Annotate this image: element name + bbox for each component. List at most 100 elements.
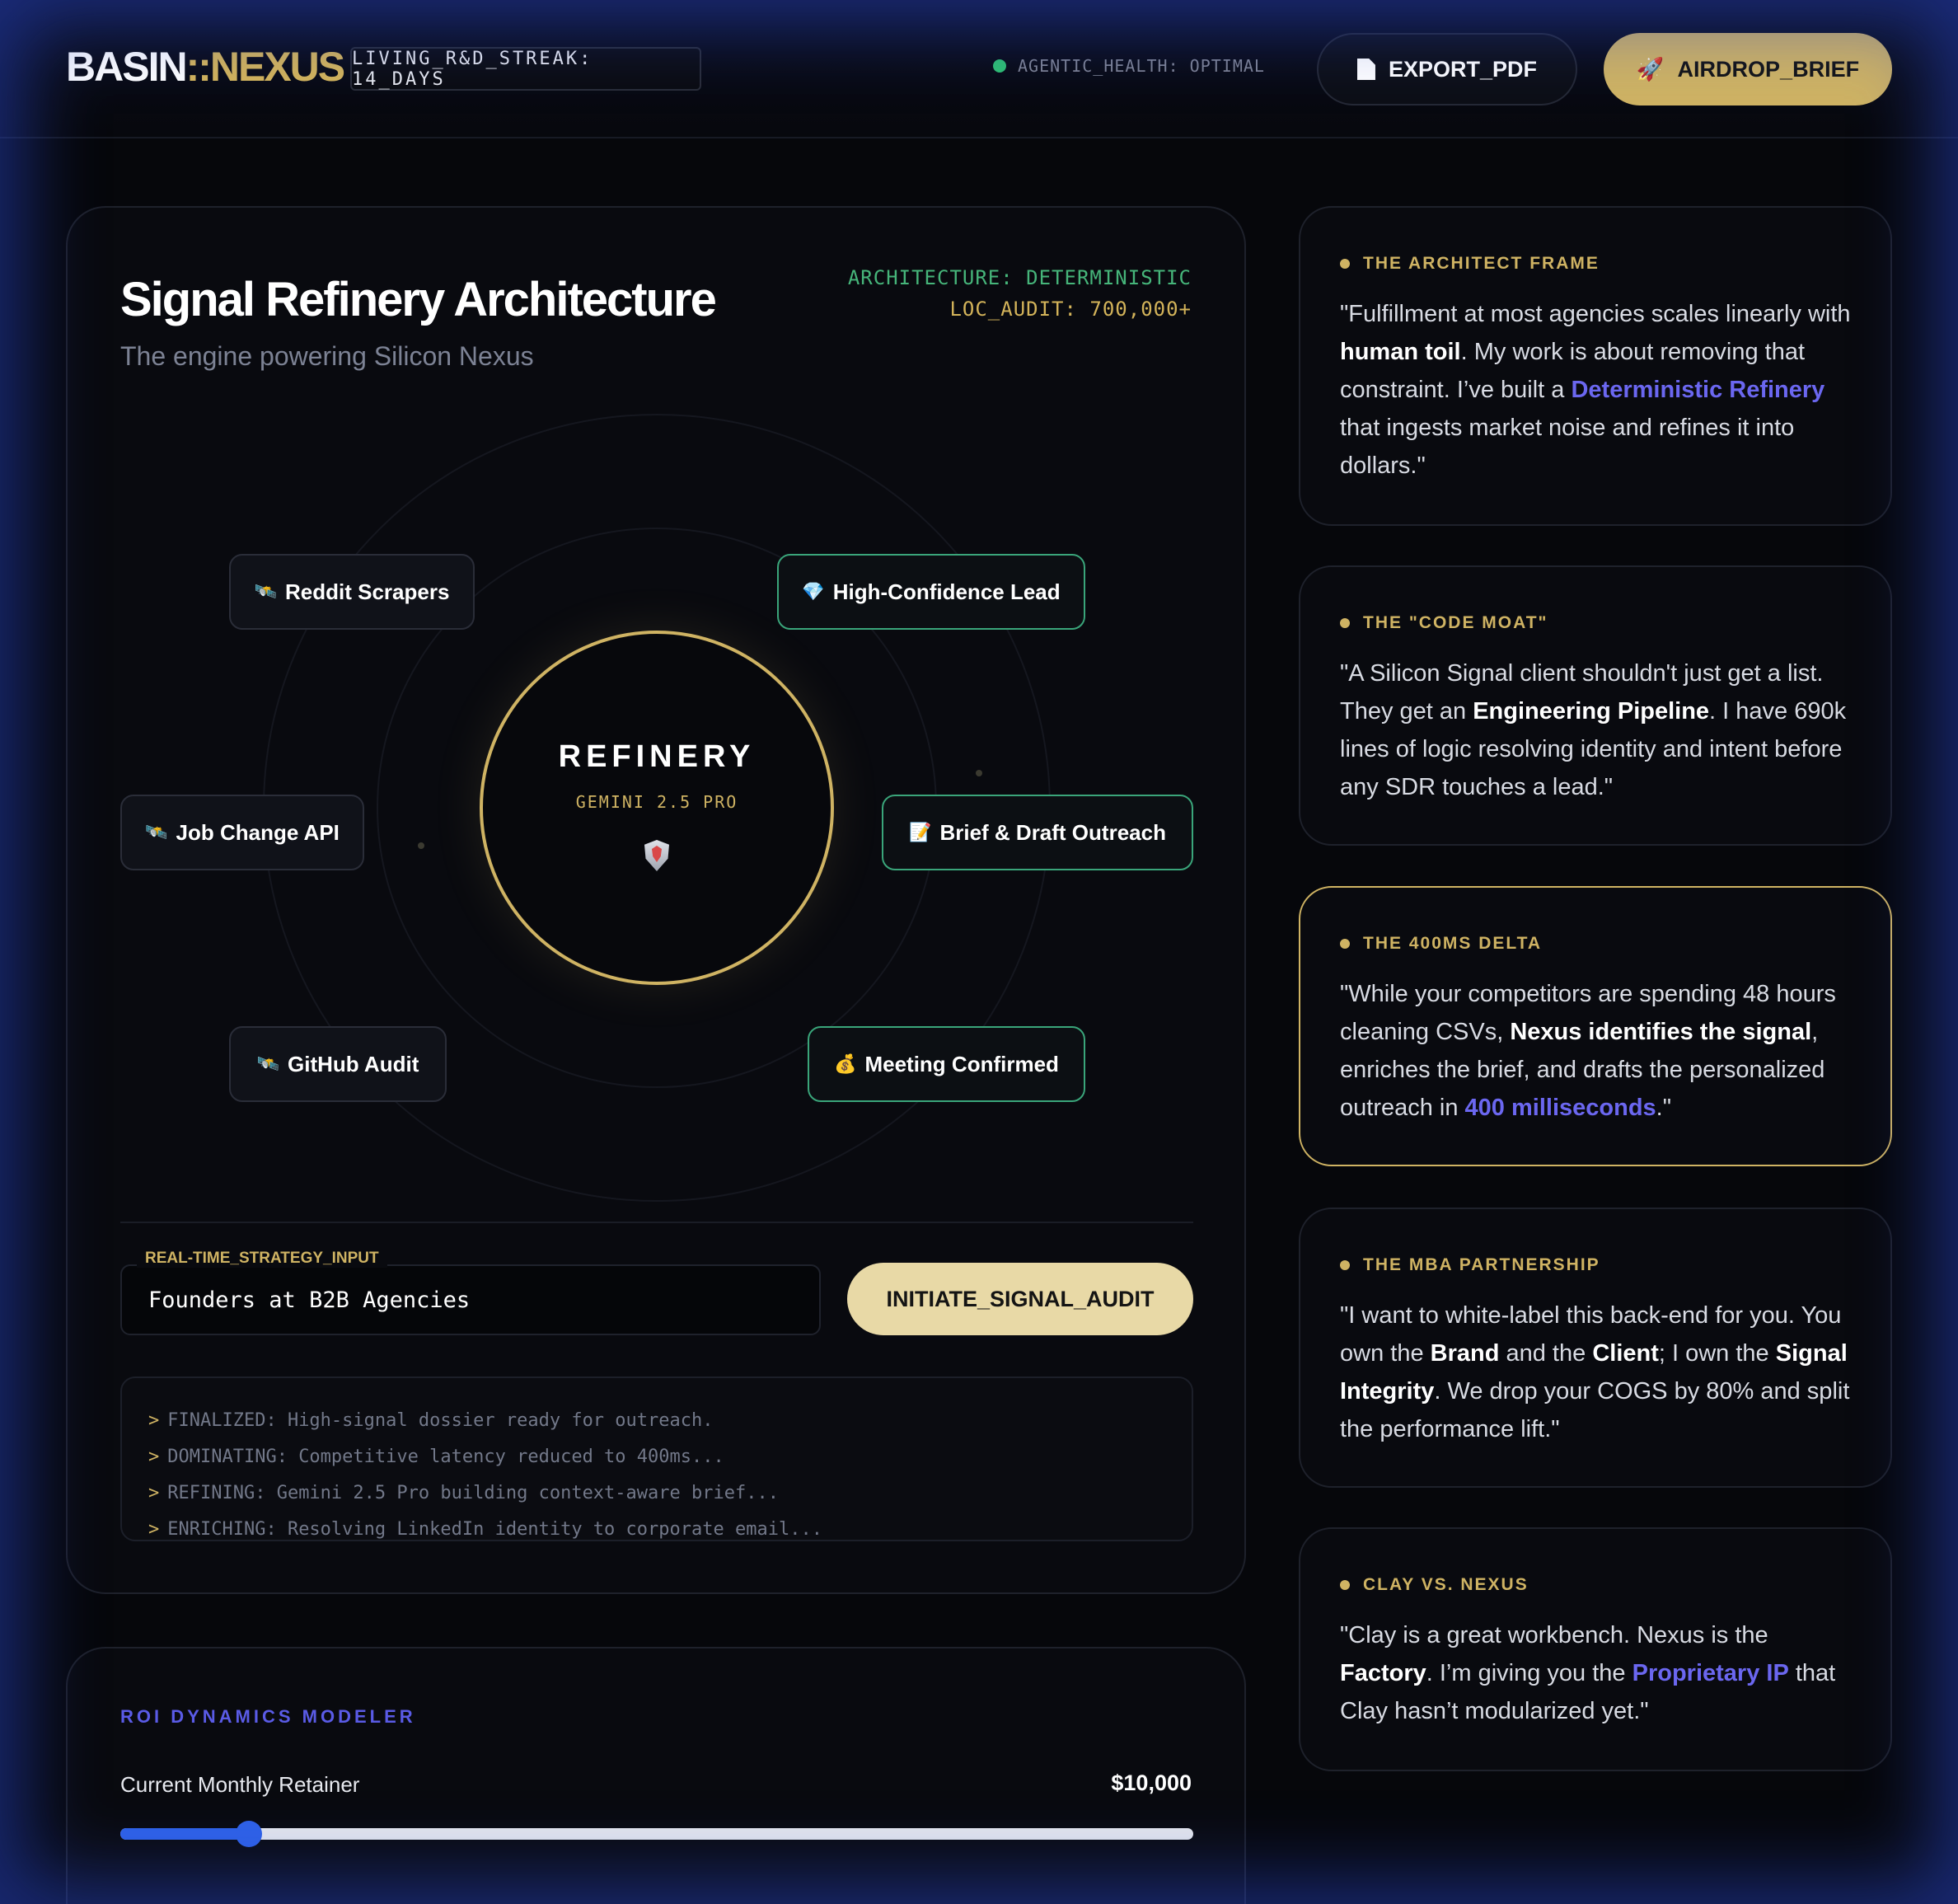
card-title: THE "CODE MOAT" (1363, 613, 1548, 632)
refinery-core[interactable]: REFINERY GEMINI 2.5 PRO (480, 631, 834, 985)
logo-part-2: ::NEXUS (185, 44, 346, 90)
card-400ms-delta: THE 400MS DELTA "While your competitors … (1299, 886, 1892, 1166)
section-divider (120, 1222, 1193, 1223)
export-pdf-label: EXPORT_PDF (1388, 56, 1538, 82)
console-text: DOMINATING: Competitive latency reduced … (167, 1447, 724, 1467)
emphasis-text: Nexus identifies the signal (1510, 1019, 1812, 1045)
card-title: CLAY VS. NEXUS (1363, 1575, 1529, 1594)
initiate-signal-audit-button[interactable]: INITIATE_SIGNAL_AUDIT (847, 1263, 1193, 1335)
console-line: > ENRICHING: Resolving LinkedIn identity … (148, 1512, 1165, 1540)
console-text: REFINING: Gemini 2.5 Pro building contex… (167, 1483, 779, 1503)
node-github-audit[interactable]: 🛰️ GitHub Audit (229, 1026, 447, 1102)
memo-icon: 📝 (909, 822, 932, 842)
card-quote: "Clay is a great workbench. Nexus is the… (1340, 1616, 1851, 1730)
console-line: > DOMINATING: Competitive latency reduced… (148, 1439, 1165, 1475)
card-mba-partnership: THE MBA PARTNERSHIP "I want to white-lab… (1299, 1208, 1892, 1488)
particle-dot (418, 842, 424, 849)
console-line: > FINALIZED: High-signal dossier ready fo… (148, 1403, 1165, 1439)
document-icon (1356, 59, 1375, 80)
node-brief-draft-outreach[interactable]: 📝 Brief & Draft Outreach (882, 795, 1193, 870)
console-prompt: > (148, 1410, 160, 1431)
gem-icon: 💎 (802, 581, 825, 602)
card-header: THE "CODE MOAT" (1340, 613, 1851, 633)
node-label: GitHub Audit (288, 1051, 419, 1076)
export-pdf-button[interactable]: EXPORT_PDF (1317, 33, 1577, 106)
highlight-link[interactable]: 400 milliseconds (1465, 1095, 1656, 1121)
roi-modeler-panel: ROI DYNAMICS MODELER Current Monthly Ret… (66, 1647, 1246, 1904)
airdrop-brief-label: AIRDROP_BRIEF (1677, 56, 1860, 82)
card-header: THE 400MS DELTA (1340, 934, 1851, 954)
card-title: THE MBA PARTNERSHIP (1363, 1255, 1600, 1274)
node-label: Reddit Scrapers (285, 579, 450, 604)
retainer-value: $10,000 (1111, 1770, 1192, 1795)
emphasis-text: Factory (1340, 1660, 1426, 1686)
refinery-model: GEMINI 2.5 PRO (575, 792, 738, 812)
node-high-confidence-lead[interactable]: 💎 High-Confidence Lead (777, 554, 1085, 630)
quote-text: ; I own the (1658, 1340, 1776, 1367)
node-label: High-Confidence Lead (832, 579, 1061, 604)
rocket-icon: 🚀 (1636, 57, 1665, 82)
node-meeting-confirmed[interactable]: 💰 Meeting Confirmed (808, 1026, 1085, 1102)
emphasis-text: Brand (1430, 1340, 1500, 1367)
slider-thumb[interactable] (236, 1821, 263, 1847)
node-job-change-api[interactable]: 🛰️ Job Change API (120, 795, 364, 870)
satellite-icon: 🛰️ (256, 1053, 280, 1074)
emphasis-text: Client (1592, 1340, 1659, 1367)
card-quote: "Fulfillment at most agencies scales lin… (1340, 295, 1851, 485)
highlight-link[interactable]: Deterministic Refinery (1571, 377, 1824, 403)
console-text: FINALIZED: High-signal dossier ready for… (167, 1410, 714, 1431)
streak-badge: LIVING_R&D_STREAK: 14_DAYS (350, 47, 701, 91)
quote-text: and the (1499, 1340, 1593, 1367)
bullet-dot-icon (1340, 939, 1350, 949)
quote-text: "Fulfillment at most agencies scales lin… (1340, 301, 1851, 327)
money-bag-icon: 💰 (834, 1053, 857, 1074)
quote-text: that ingests market noise and refines it… (1340, 415, 1795, 479)
airdrop-brief-button[interactable]: 🚀 AIRDROP_BRIEF (1604, 33, 1892, 106)
satellite-icon: 🛰️ (254, 581, 277, 602)
card-header: THE MBA PARTNERSHIP (1340, 1255, 1851, 1275)
retainer-label: Current Monthly Retainer (120, 1772, 360, 1797)
architecture-meta: ARCHITECTURE: DETERMINISTIC LOC_AUDIT: 7… (848, 262, 1192, 325)
card-clay-vs-nexus: CLAY VS. NEXUS "Clay is a great workbenc… (1299, 1527, 1892, 1771)
card-header: THE ARCHITECT FRAME (1340, 254, 1851, 274)
console-text: ENRICHING: Resolving LinkedIn identity t… (167, 1519, 822, 1540)
card-architect-frame: THE ARCHITECT FRAME "Fulfillment at most… (1299, 206, 1892, 526)
satellite-icon: 🛰️ (145, 822, 168, 842)
strategy-input-label: REAL-TIME_STRATEGY_INPUT (137, 1250, 387, 1268)
page-subtitle: The engine powering Silicon Nexus (120, 341, 534, 371)
architecture-panel: Signal Refinery Architecture The engine … (66, 206, 1246, 1594)
quote-text: ." (1656, 1095, 1672, 1121)
strategy-input[interactable]: Founders at B2B Agencies (120, 1264, 821, 1335)
console-log[interactable]: > FINALIZED: High-signal dossier ready fo… (120, 1376, 1193, 1541)
node-label: Brief & Draft Outreach (939, 819, 1166, 845)
console-prompt: > (148, 1447, 160, 1467)
console-line: > REFINING: Gemini 2.5 Pro building conte… (148, 1475, 1165, 1512)
card-title: THE 400MS DELTA (1363, 934, 1543, 953)
node-label: Job Change API (176, 819, 340, 845)
emphasis-text: human toil (1340, 339, 1461, 365)
bullet-dot-icon (1340, 1580, 1350, 1590)
quote-text: . I’m giving you the (1426, 1660, 1632, 1686)
node-reddit-scrapers[interactable]: 🛰️ Reddit Scrapers (229, 554, 475, 630)
brand-logo[interactable]: BASIN ::NEXUS (66, 43, 346, 91)
page-title: Signal Refinery Architecture (120, 273, 717, 326)
node-label: Meeting Confirmed (864, 1051, 1059, 1076)
slider-fill (120, 1828, 250, 1840)
health-label: AGENTIC_HEALTH: OPTIMAL (1018, 56, 1265, 76)
loc-audit: LOC_AUDIT: 700,000+ (949, 298, 1192, 321)
health-status: AGENTIC_HEALTH: OPTIMAL (993, 56, 1265, 76)
card-code-moat: THE "CODE MOAT" "A Silicon Signal client… (1299, 565, 1892, 846)
particle-dot (976, 770, 982, 776)
console-prompt: > (148, 1519, 160, 1540)
architecture-mode: ARCHITECTURE: DETERMINISTIC (847, 266, 1192, 289)
quote-text: "Clay is a great workbench. Nexus is the (1340, 1622, 1768, 1648)
retainer-slider[interactable] (120, 1821, 1193, 1847)
card-title: THE ARCHITECT FRAME (1363, 254, 1600, 273)
highlight-link[interactable]: Proprietary IP (1632, 1660, 1789, 1686)
bullet-dot-icon (1340, 1260, 1350, 1270)
bullet-dot-icon (1340, 259, 1350, 269)
card-quote: "I want to white-label this back-end for… (1340, 1297, 1851, 1448)
roi-title: ROI DYNAMICS MODELER (120, 1706, 416, 1727)
emphasis-text: Engineering Pipeline (1473, 698, 1710, 725)
bullet-dot-icon (1340, 618, 1350, 628)
